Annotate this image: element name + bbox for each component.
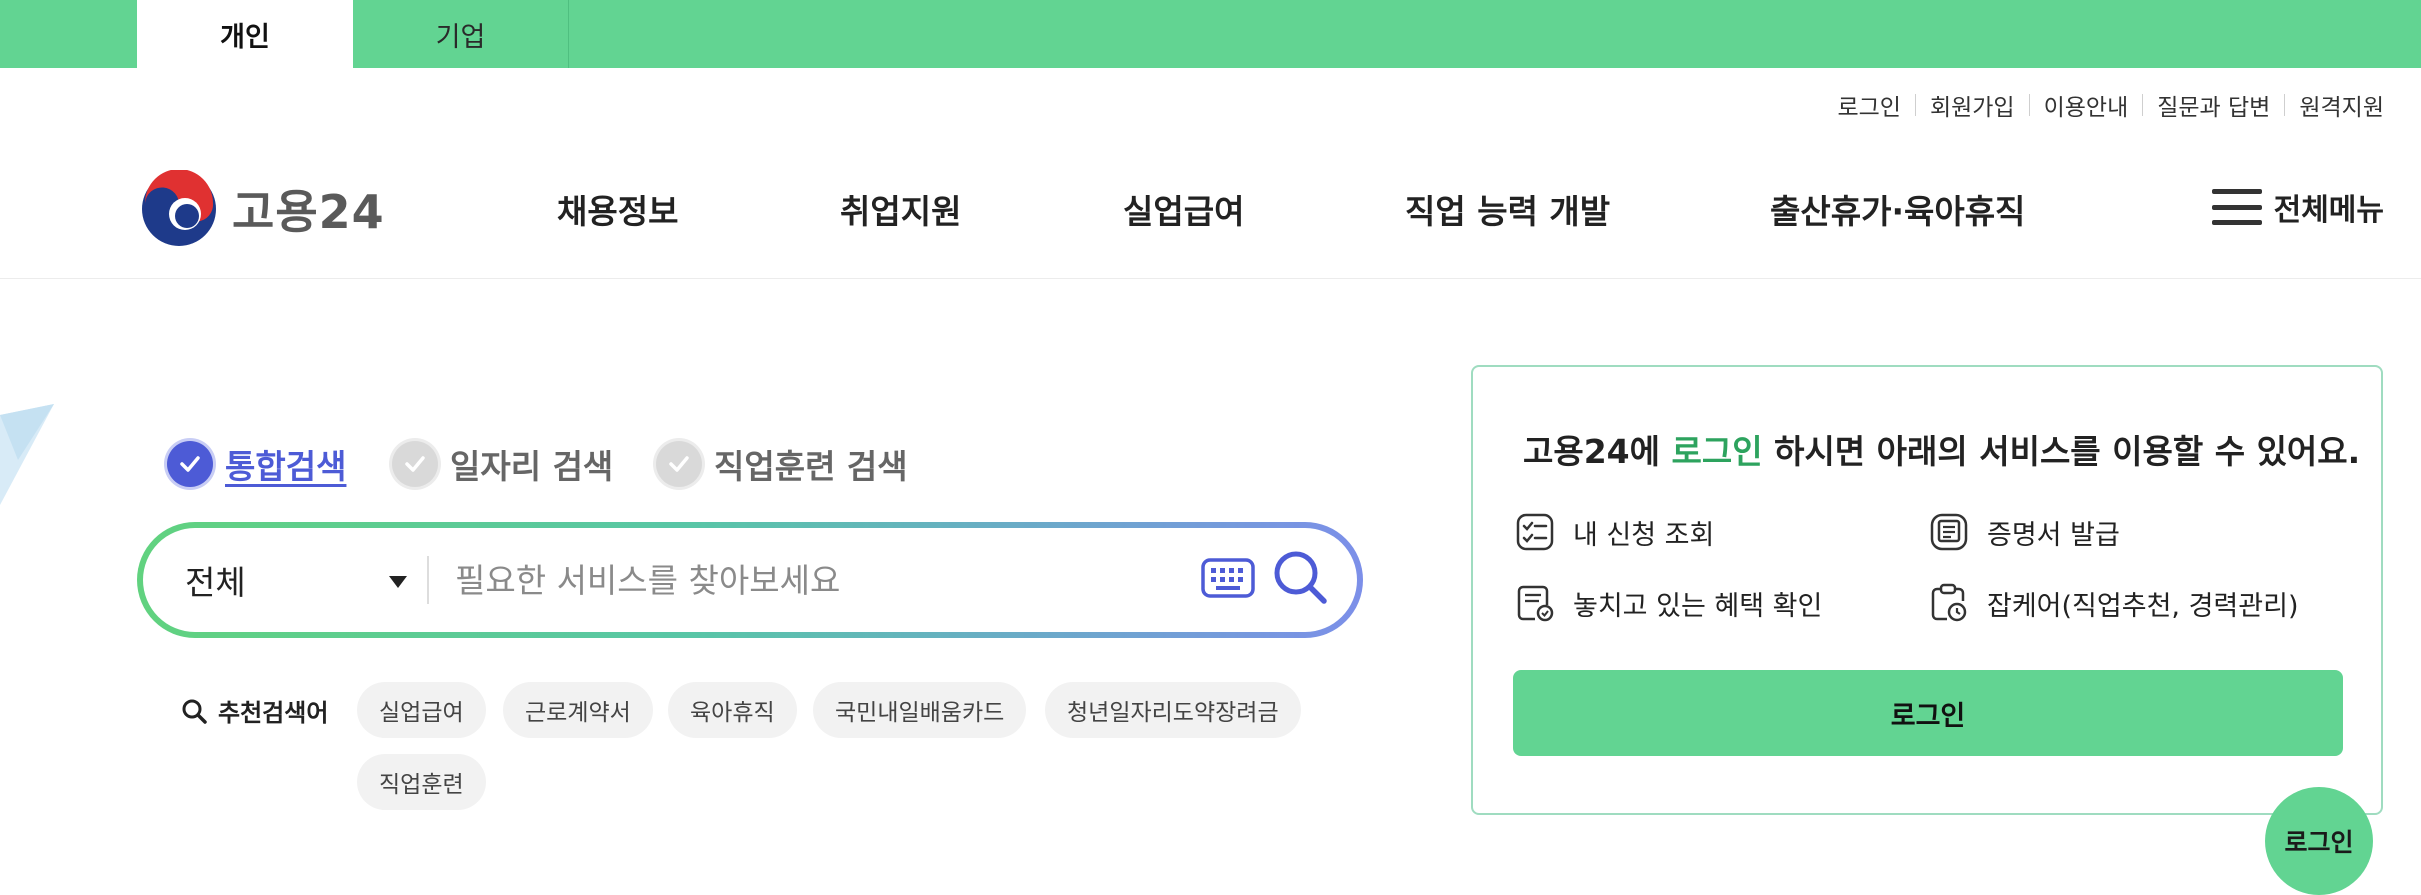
paper-plane-icon <box>0 404 54 505</box>
keyword-chip[interactable]: 육아휴직 <box>668 682 797 738</box>
check-icon <box>167 441 213 487</box>
hamburger-icon <box>2211 189 2262 225</box>
logo-text: 고용24 <box>232 185 385 239</box>
tab-personal[interactable]: 개인 <box>137 0 353 68</box>
service-missed-benefits[interactable]: 놓치고 있는 혜택 확인 <box>1515 583 1822 623</box>
login-link[interactable]: 로그인 <box>1823 88 1914 122</box>
service-my-applications[interactable]: 내 신청 조회 <box>1515 512 1714 552</box>
keyboard-icon[interactable] <box>1201 558 1255 598</box>
checklist-icon <box>1516 513 1554 551</box>
service-label: 증명서 발급 <box>1987 519 2120 551</box>
service-certificate[interactable]: 증명서 발급 <box>1929 512 2120 552</box>
header-divider <box>0 278 2421 279</box>
title-highlight: 로그인 <box>1671 432 1763 471</box>
signup-link[interactable]: 회원가입 <box>1916 88 2029 122</box>
qna-link[interactable]: 질문과 답변 <box>2143 88 2284 122</box>
search-type-integrated[interactable]: 통합검색 <box>167 440 346 488</box>
search-box-inner: 전체 <box>143 528 1357 632</box>
keyword-chip[interactable]: 실업급여 <box>357 682 486 738</box>
title-suffix: 하시면 아래의 서비스를 이용할 수 있어요. <box>1762 432 2361 471</box>
nav-vocational-training[interactable]: 직업 능력 개발 <box>1405 185 1610 233</box>
check-icon <box>656 441 702 487</box>
remote-support-link[interactable]: 원격지원 <box>2285 88 2384 122</box>
search-type-label: 직업훈련 검색 <box>714 447 908 486</box>
search-icon[interactable] <box>1271 548 1329 606</box>
chevron-down-icon[interactable] <box>389 576 407 588</box>
nav-jobs[interactable]: 채용정보 <box>557 185 678 233</box>
all-menu-button[interactable]: 전체메뉴 <box>2211 185 2384 229</box>
utility-links: 로그인 회원가입 이용안내 질문과 답변 원격지원 <box>1823 88 2384 122</box>
clipboard-clock-icon <box>1931 583 1967 622</box>
tab-business[interactable]: 기업 <box>353 0 569 68</box>
search-box: 전체 <box>137 522 1363 638</box>
login-button[interactable]: 로그인 <box>1513 670 2343 756</box>
benefit-document-icon <box>1517 585 1554 622</box>
certificate-icon <box>1930 513 1968 551</box>
login-panel: 고용24에 로그인 하시면 아래의 서비스를 이용할 수 있어요. 내 신청 조… <box>1471 365 2383 815</box>
check-icon <box>392 441 438 487</box>
service-label: 내 신청 조회 <box>1573 519 1715 551</box>
floating-login-button[interactable]: 로그인 <box>2265 787 2373 895</box>
keyword-chip[interactable]: 국민내일배움카드 <box>813 682 1027 738</box>
recommended-title-label: 추천검색어 <box>218 699 329 727</box>
nav-unemployment-benefit[interactable]: 실업급여 <box>1123 185 1244 233</box>
keyword-chip[interactable]: 직업훈련 <box>357 754 486 810</box>
service-label: 놓치고 있는 혜택 확인 <box>1573 590 1823 622</box>
taegeuk-logo-icon <box>142 170 216 246</box>
search-type-jobs[interactable]: 일자리 검색 <box>392 440 613 488</box>
search-type-training[interactable]: 직업훈련 검색 <box>656 440 908 488</box>
keyword-chip[interactable]: 근로계약서 <box>503 682 653 738</box>
login-panel-title: 고용24에 로그인 하시면 아래의 서비스를 이용할 수 있어요. <box>1523 425 2360 473</box>
page: 개인 기업 로그인 회원가입 이용안내 질문과 답변 원격지원 고용24 채용정… <box>0 0 2421 895</box>
search-type-label: 통합검색 <box>225 447 347 486</box>
service-jobcare[interactable]: 잡케어(직업추천, 경력관리) <box>1929 583 2298 623</box>
search-category-select[interactable]: 전체 <box>185 556 246 604</box>
search-type-label: 일자리 검색 <box>450 447 614 486</box>
recommended-keywords-title: 추천검색어 <box>180 693 328 728</box>
divider <box>427 556 429 604</box>
service-label: 잡케어(직업추천, 경력관리) <box>1987 590 2299 622</box>
title-prefix: 고용24에 <box>1523 432 1672 471</box>
search-input[interactable] <box>455 546 975 614</box>
guide-link[interactable]: 이용안내 <box>2030 88 2143 122</box>
search-icon <box>182 699 207 724</box>
site-logo[interactable]: 고용24 <box>140 170 385 248</box>
nav-employment-support[interactable]: 취업지원 <box>840 185 961 233</box>
nav-parental-leave[interactable]: 출산휴가·육아휴직 <box>1770 185 2025 233</box>
all-menu-label: 전체메뉴 <box>2273 193 2384 228</box>
keyword-chip[interactable]: 청년일자리도약장려금 <box>1045 682 1301 738</box>
